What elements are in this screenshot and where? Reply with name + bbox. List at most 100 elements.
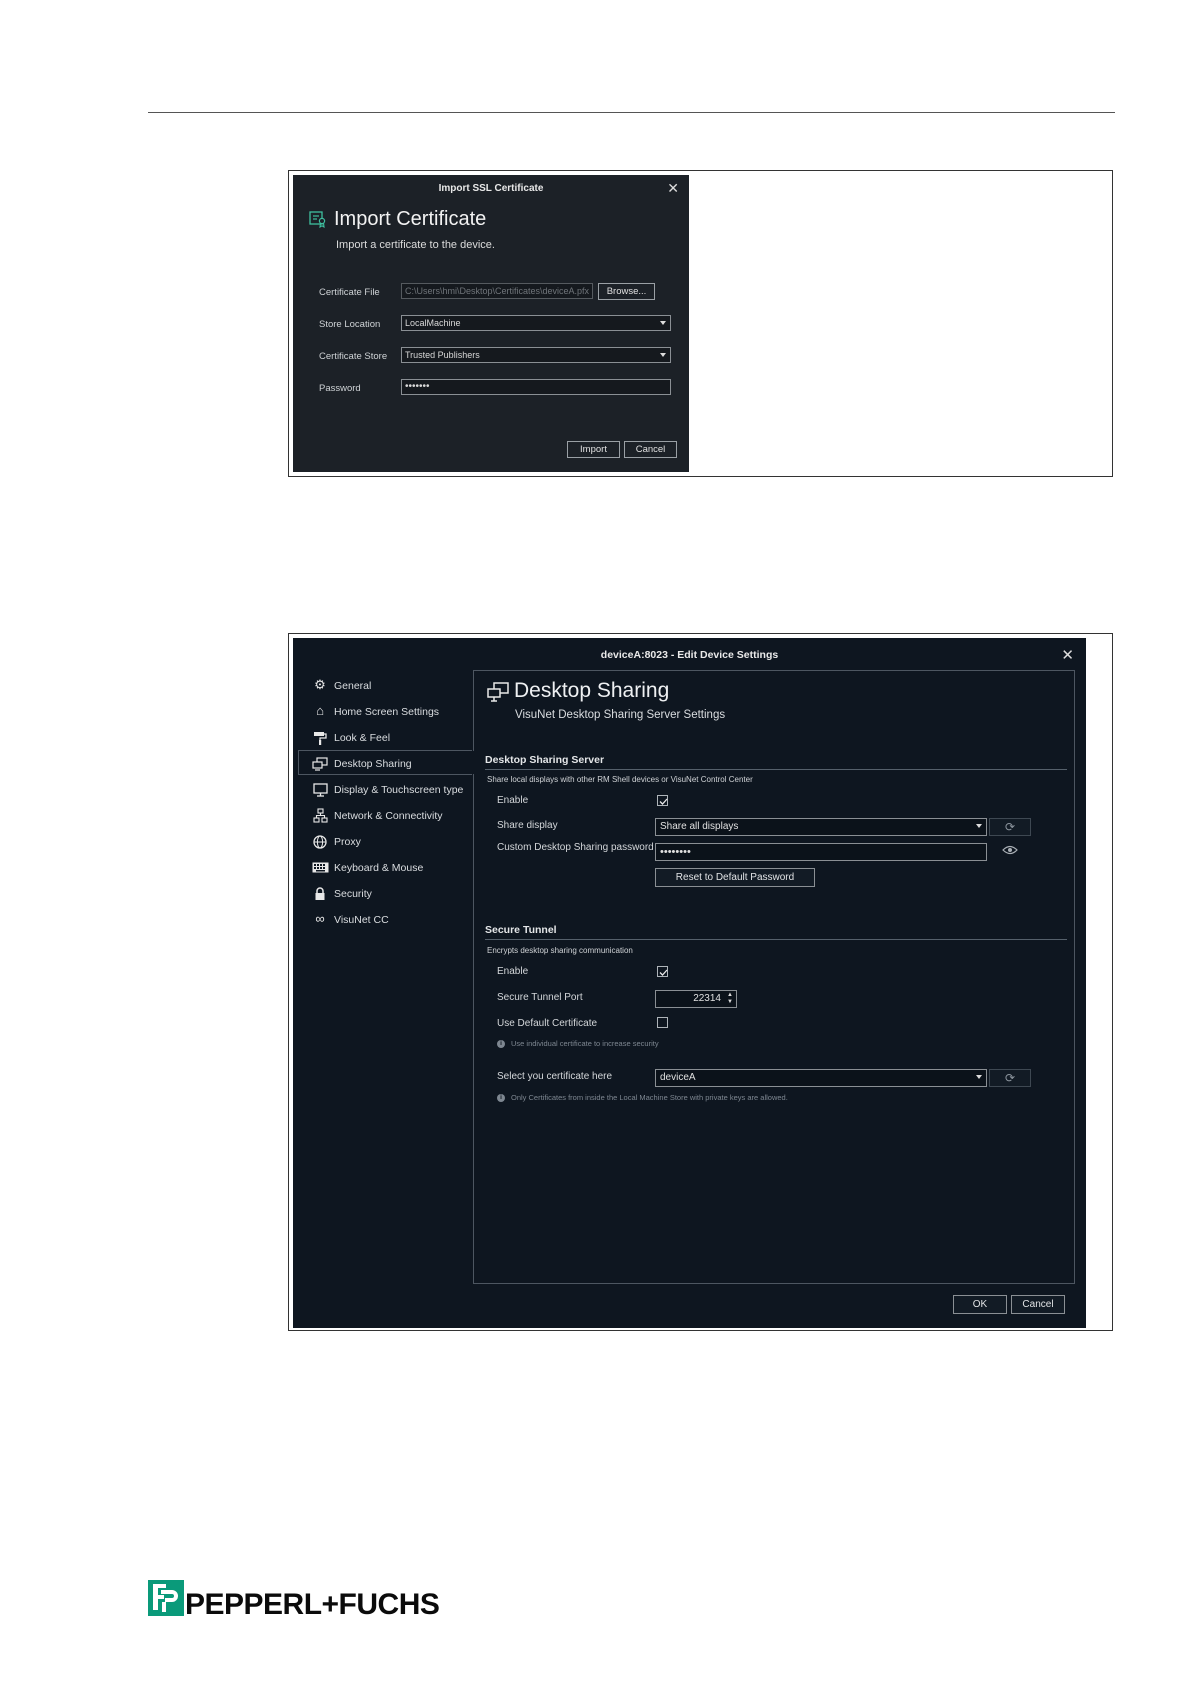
refresh-icon: ⟳ (1004, 1071, 1016, 1085)
refresh-button[interactable]: ⟳ (989, 1069, 1031, 1087)
eye-icon[interactable] (1002, 844, 1018, 858)
password-label: Password (319, 383, 361, 394)
certificate-file-label: Certificate File (319, 287, 380, 298)
cancel-button[interactable]: Cancel (624, 441, 677, 458)
chevron-down-icon (976, 1075, 982, 1079)
secure-tunnel-port-label: Secure Tunnel Port (497, 992, 583, 1003)
panel-tab-join (472, 751, 475, 774)
dialog-subtitle: Import a certificate to the device. (336, 239, 495, 251)
home-icon: ⌂ (316, 703, 324, 718)
chevron-down-icon (976, 824, 982, 828)
ok-button[interactable]: OK (953, 1295, 1007, 1314)
divider (485, 939, 1067, 940)
desktop-sharing-icon (310, 753, 330, 773)
network-icon (310, 805, 330, 825)
custom-password-label: Custom Desktop Sharing password (497, 842, 654, 853)
panel-title: Desktop Sharing (514, 679, 670, 702)
sidebar-item-label: Security (334, 888, 372, 900)
browse-button[interactable]: Browse... (598, 283, 655, 300)
server-enable-checkbox[interactable] (657, 795, 668, 806)
sidebar-item-proxy[interactable]: Proxy (310, 831, 361, 851)
header-rule (148, 112, 1115, 113)
infinity-icon: ∞ (315, 911, 325, 926)
store-location-label: Store Location (319, 319, 381, 330)
certificate-store-value: Trusted Publishers (405, 350, 480, 360)
dialog-heading: Import Certificate (334, 208, 487, 230)
sidebar-item-label: Keyboard & Mouse (334, 862, 424, 874)
sidebar-item-keyboard-mouse[interactable]: Keyboard & Mouse (310, 857, 423, 877)
panel-subtitle: VisuNet Desktop Sharing Server Settings (515, 709, 726, 721)
server-enable-label: Enable (497, 795, 529, 806)
tunnel-section-title: Secure Tunnel (485, 924, 557, 936)
server-section-title: Desktop Sharing Server (485, 754, 605, 766)
sidebar-item-label: Desktop Sharing (334, 758, 412, 770)
figure-import-ssl-certificate: Import SSL Certificate ✕ Import Certific… (288, 170, 1113, 477)
password-field[interactable]: ••••••• (401, 379, 671, 395)
custom-password-field[interactable]: •••••••• (655, 843, 987, 861)
share-display-select[interactable]: Share all displays (655, 818, 987, 836)
info-note-certificate-store: i Only Certificates from inside the Local… (497, 1093, 788, 1103)
select-certificate-dropdown[interactable]: deviceA (655, 1069, 987, 1087)
globe-icon (310, 831, 330, 851)
sidebar-item-label: Display & Touchscreen type (334, 784, 464, 796)
keyboard-icon (310, 857, 330, 877)
sidebar-item-network[interactable]: Network & Connectivity (310, 805, 443, 825)
certificate-file-input[interactable]: C:\Users\hmi\Desktop\Certificates\device… (401, 283, 593, 299)
check-icon (659, 969, 668, 976)
tunnel-enable-label: Enable (497, 966, 529, 977)
chevron-down-icon (660, 353, 666, 357)
share-display-value: Share all displays (660, 821, 739, 832)
certificate-store-select[interactable]: Trusted Publishers (401, 347, 671, 363)
sidebar-item-label: Proxy (334, 836, 361, 848)
store-location-select[interactable]: LocalMachine (401, 315, 671, 331)
sidebar-item-display-touchscreen[interactable]: Display & Touchscreen type (310, 779, 463, 799)
info-text: Use individual certificate to increase s… (511, 1039, 659, 1048)
use-default-certificate-checkbox[interactable] (657, 1017, 668, 1028)
gear-icon: ⚙ (314, 677, 326, 692)
select-certificate-value: deviceA (660, 1072, 696, 1083)
sidebar-item-home-screen[interactable]: ⌂ Home Screen Settings (310, 701, 439, 721)
tunnel-section-description: Encrypts desktop sharing communication (487, 946, 633, 955)
close-icon[interactable]: ✕ (1061, 646, 1074, 664)
sidebar-item-security[interactable]: Security (310, 883, 372, 903)
refresh-button[interactable]: ⟳ (989, 818, 1031, 836)
close-icon[interactable]: ✕ (667, 180, 679, 197)
edit-device-settings-dialog: deviceA:8023 - Edit Device Settings ✕ ⚙ G… (293, 638, 1086, 1328)
sidebar-item-label: Home Screen Settings (334, 706, 440, 718)
secure-tunnel-port-stepper[interactable]: 22314 ▲ ▼ (655, 990, 737, 1008)
secure-tunnel-port-value: 22314 (693, 993, 721, 1004)
dialog-title: Import SSL Certificate (438, 183, 544, 194)
certificate-store-label: Certificate Store (319, 351, 388, 362)
brand-logo-text: PEPPERL+FUCHS (185, 1588, 440, 1621)
server-section-description: Share local displays with other RM Shell… (487, 775, 753, 784)
tunnel-enable-checkbox[interactable] (657, 966, 668, 977)
use-default-certificate-label: Use Default Certificate (497, 1018, 598, 1029)
sidebar-item-label: Look & Feel (334, 732, 391, 744)
monitor-icon (310, 779, 330, 799)
store-location-value: LocalMachine (405, 318, 461, 328)
settings-panel: Desktop Sharing VisuNet Desktop Sharing … (473, 670, 1075, 1284)
info-icon: i (497, 1040, 505, 1049)
pepperl-fuchs-logo-icon (148, 1580, 184, 1616)
sidebar-item-visunet-cc[interactable]: ∞ VisuNet CC (310, 909, 389, 929)
figure-edit-device-settings: deviceA:8023 - Edit Device Settings ✕ ⚙ G… (288, 633, 1113, 1331)
share-display-label: Share display (497, 820, 558, 831)
chevron-down-icon (660, 321, 666, 325)
info-text: Only Certificates from inside the Local … (511, 1093, 788, 1102)
sidebar-item-general[interactable]: ⚙ General (310, 675, 371, 695)
import-button[interactable]: Import (567, 441, 620, 458)
spinner-arrows-icon[interactable]: ▲ ▼ (726, 992, 733, 1006)
info-note-individual-certificate: i Use individual certificate to increase … (497, 1039, 659, 1049)
reset-default-password-button[interactable]: Reset to Default Password (655, 868, 815, 887)
check-icon (659, 798, 668, 805)
lock-icon (310, 883, 330, 903)
refresh-icon: ⟳ (1004, 820, 1016, 834)
certificate-icon (309, 211, 326, 228)
sidebar-item-look-feel[interactable]: Look & Feel (310, 727, 390, 747)
sidebar-item-label: General (334, 680, 372, 692)
sidebar-item-desktop-sharing[interactable]: Desktop Sharing (310, 753, 412, 773)
cancel-button[interactable]: Cancel (1011, 1295, 1065, 1314)
select-certificate-label: Select you certificate here (497, 1071, 613, 1082)
sidebar-item-label: VisuNet CC (334, 914, 389, 926)
desktop-sharing-icon (487, 682, 509, 702)
